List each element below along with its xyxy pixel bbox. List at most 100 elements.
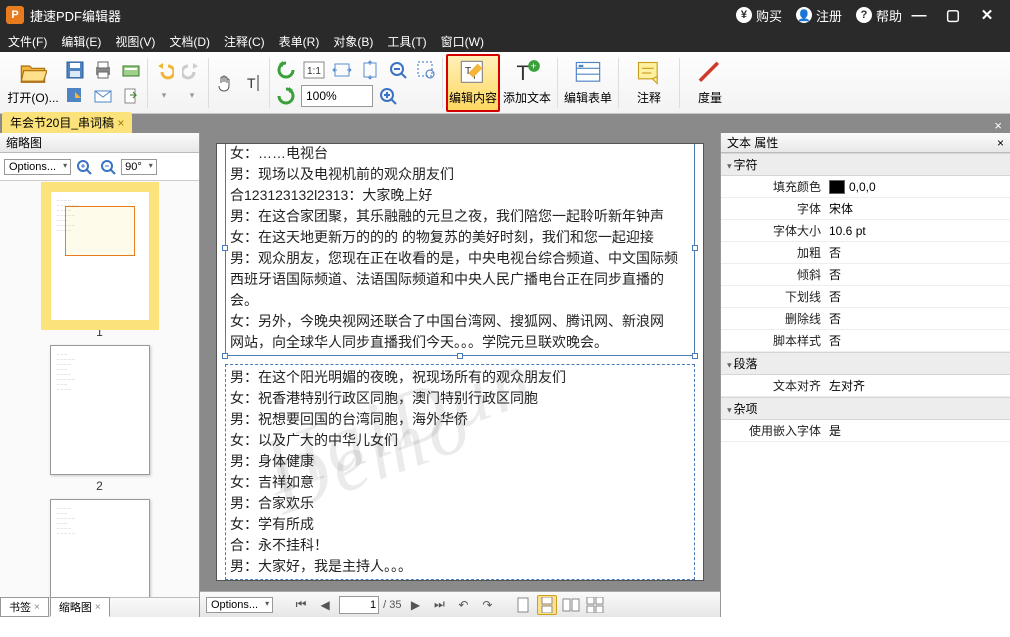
single-page-button[interactable] (513, 595, 533, 615)
scan-button[interactable] (118, 57, 144, 83)
text-line[interactable]: 西班牙语国际频道、法语国际频道和中央人民广播电台正在同步直播的 (230, 269, 690, 290)
thumbnail-list[interactable]: — — — —— — — — — —— — — —— — — — —— — ——… (0, 181, 199, 597)
text-line[interactable]: 男：祝想要回国的台湾同胞，海外华侨 (230, 409, 690, 430)
email-button[interactable] (90, 83, 116, 109)
doc-tab[interactable]: 年会节20目_串词稿 × (2, 112, 132, 133)
text-line[interactable]: 女：吉祥如意 (230, 472, 690, 493)
tab-bookmark[interactable]: 书签× (0, 597, 49, 617)
menu-window[interactable]: 窗口(W) (441, 33, 484, 50)
menu-view[interactable]: 视图(V) (115, 33, 155, 50)
rotate-ccw-button[interactable] (273, 57, 299, 83)
thumb-zoom-in[interactable] (73, 156, 95, 178)
zoom-in-button[interactable] (375, 83, 401, 109)
text-line[interactable]: 女：……电视台 (230, 143, 690, 164)
help-link[interactable]: ?帮助 (856, 6, 902, 25)
close-icon[interactable]: × (34, 602, 40, 613)
text-line[interactable]: 合：永不挂科！ (230, 535, 690, 556)
text-line[interactable]: 男：现场以及电视机前的观众朋友们 (230, 164, 690, 185)
text-line[interactable]: 女：以及广大的中华儿女们 (230, 430, 690, 451)
text-line[interactable]: 女：祝香港特别行政区同胞，澳门特别行政区同胞 (230, 388, 690, 409)
text-line[interactable]: 女：学有所成 (230, 514, 690, 535)
rotate-cw-button[interactable] (273, 83, 299, 109)
status-options[interactable]: Options... (206, 597, 273, 613)
zoom-region-button[interactable] (413, 57, 439, 83)
last-page-button[interactable]: ⏭ (429, 595, 449, 615)
facing-continuous-button[interactable] (585, 595, 605, 615)
undo-button[interactable] (151, 57, 177, 83)
save-as-button[interactable] (62, 83, 88, 109)
measure-button[interactable]: 度量 (683, 54, 737, 112)
open-button[interactable]: 打开(O)... (4, 54, 62, 112)
redo-button[interactable] (179, 57, 205, 83)
export-button[interactable] (118, 83, 144, 109)
text-line[interactable]: 男：合家欢乐 (230, 493, 690, 514)
edit-content-button[interactable]: TT 编辑内容 (446, 54, 500, 112)
menu-edit[interactable]: 编辑(E) (61, 33, 101, 50)
close-icon[interactable]: × (95, 602, 101, 613)
menu-annotate[interactable]: 注释(C) (224, 33, 265, 50)
prop-cat-misc[interactable]: 杂项 (721, 397, 1010, 420)
print-button[interactable] (90, 57, 116, 83)
redo-dd-button[interactable]: ▾ (179, 83, 205, 109)
menu-form[interactable]: 表单(R) (279, 33, 320, 50)
maximize-button[interactable]: ▢ (936, 6, 970, 24)
tab-thumbs[interactable]: 缩略图× (50, 597, 110, 617)
first-page-button[interactable]: ⏮ (291, 595, 311, 615)
prop-cat-char[interactable]: 字符 (721, 153, 1010, 176)
fit-11-button[interactable]: 1:1 (301, 57, 327, 83)
fit-height-button[interactable] (357, 57, 383, 83)
text-line[interactable]: 网站，向全球华人同步直播我们今天。。。学院元旦联欢晚会。 (230, 332, 690, 353)
thumbnail-page[interactable]: — — — —— — — — — —— — — —— — — — —— — ——… (50, 191, 150, 321)
menu-object[interactable]: 对象(B) (333, 33, 373, 50)
props-close[interactable]: × (997, 136, 1004, 150)
prev-page-button[interactable]: ◀ (315, 595, 335, 615)
text-line[interactable]: 合123123132l2313：大家晚上好 (230, 185, 690, 206)
text-line[interactable]: 男：在这个阳光明媚的夜晚，祝现场所有的观众朋友们 (230, 367, 690, 388)
menu-document[interactable]: 文档(D) (169, 33, 210, 50)
undo-dd-button[interactable]: ▾ (151, 83, 177, 109)
text-line[interactable]: 会。 (230, 290, 690, 311)
menu-tools[interactable]: 工具(T) (387, 33, 426, 50)
text-line[interactable]: 男：大家好，我是主持人。。。 (230, 556, 690, 577)
annotate-button[interactable]: 注释 (622, 54, 676, 112)
facing-page-button[interactable] (561, 595, 581, 615)
zoom-input[interactable] (301, 85, 373, 107)
menu-file[interactable]: 文件(F) (8, 33, 47, 50)
text-line[interactable]: 女：另外，今晚央视网还联合了中国台湾网、搜狐网、腾讯网、新浪网 (230, 311, 690, 332)
page-input[interactable] (339, 596, 379, 614)
back-button[interactable]: ↶ (453, 595, 473, 615)
thumbnail-page[interactable]: — — —— — — — —— — — —— — —— — — —— — — —… (50, 345, 150, 475)
zoom-out-icon (388, 60, 408, 80)
hand-tool[interactable] (212, 70, 238, 96)
save-button[interactable] (62, 57, 88, 83)
register-link[interactable]: 👤注册 (796, 6, 842, 25)
zoom-out-button[interactable] (385, 57, 411, 83)
document-viewport[interactable]: HaiDun Demo 女：……电视台男：现场以及电视机前的观众朋友们合1231… (200, 133, 720, 591)
buy-link[interactable]: ¥购买 (736, 6, 782, 25)
color-swatch[interactable] (829, 180, 845, 194)
thumb-zoom-out[interactable] (97, 156, 119, 178)
text-block[interactable]: 男：在这个阳光明媚的夜晚，祝现场所有的观众朋友们女：祝香港特别行政区同胞，澳门特… (225, 364, 695, 580)
text-line[interactable]: 男：身体健康 (230, 451, 690, 472)
text-line[interactable]: 男：观众朋友，您现在正在收看的是，中央电视台综合频道、中文国际频 (230, 248, 690, 269)
select-text-tool[interactable]: T (240, 70, 266, 96)
text-line[interactable]: 女：在这天地更新万的的的 的物复苏的美好时刻，我们和您一起迎接 (230, 227, 690, 248)
continuous-page-button[interactable] (537, 595, 557, 615)
prop-cat-para[interactable]: 段落 (721, 352, 1010, 375)
next-page-button[interactable]: ▶ (405, 595, 425, 615)
fit-width-button[interactable] (329, 57, 355, 83)
page[interactable]: HaiDun Demo 女：……电视台男：现场以及电视机前的观众朋友们合1231… (216, 143, 704, 581)
thumb-options[interactable]: Options... (4, 159, 71, 175)
close-button[interactable]: ✕ (970, 6, 1004, 24)
text-block-selected[interactable]: 女：……电视台男：现场以及电视机前的观众朋友们合123123132l2313：大… (225, 143, 695, 356)
add-text-button[interactable]: T+ 添加文本 (500, 54, 554, 112)
prop-row: 字体宋体 (721, 198, 1010, 220)
thumbnail-page[interactable]: — — — —— — —— — — — —— — —— — — —— — — —… (50, 499, 150, 597)
doc-tab-close[interactable]: × (117, 116, 124, 130)
doc-pane-close[interactable]: × (990, 118, 1006, 133)
text-line[interactable]: 男：在这合家团聚，其乐融融的元旦之夜，我们陪您一起聆听新年钟声 (230, 206, 690, 227)
forward-button[interactable]: ↷ (477, 595, 497, 615)
minimize-button[interactable]: — (902, 7, 936, 24)
thumb-rotate[interactable]: 90° (121, 159, 157, 175)
edit-form-button[interactable]: 编辑表单 (561, 54, 615, 112)
